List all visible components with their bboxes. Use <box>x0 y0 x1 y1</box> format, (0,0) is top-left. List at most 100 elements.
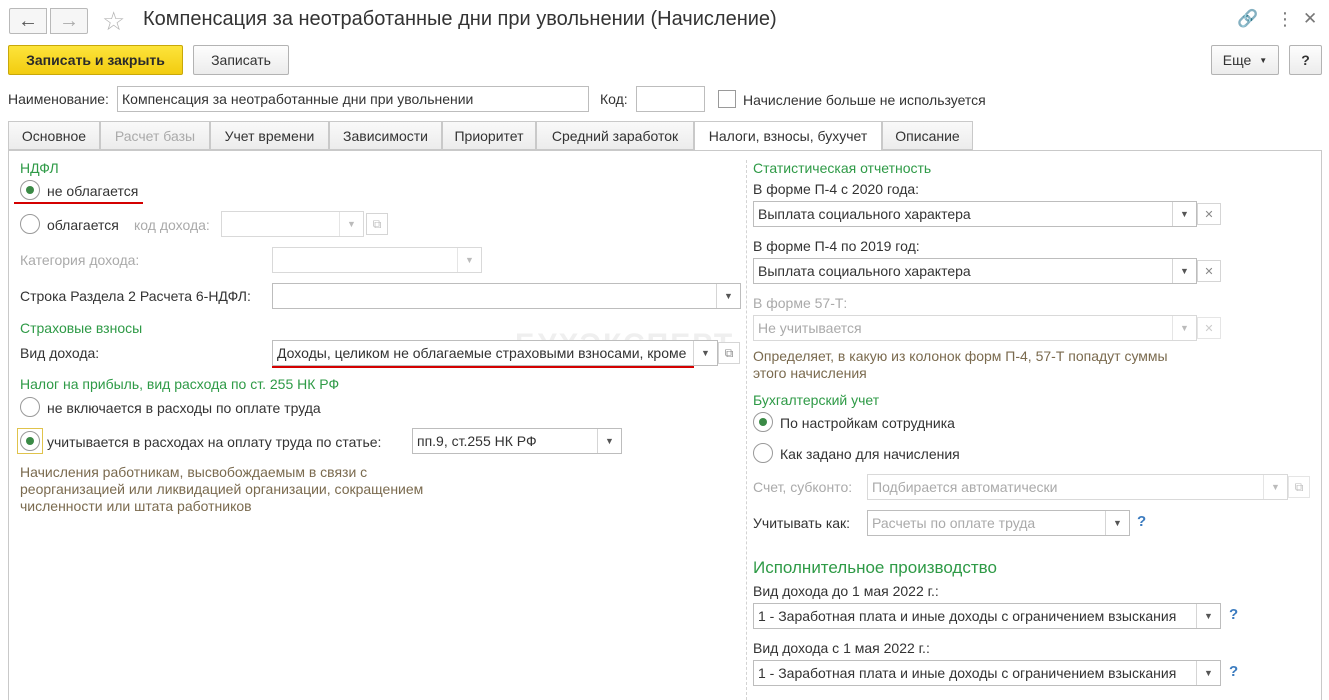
ndfl-taxed-radio[interactable] <box>20 214 40 234</box>
p4-2019-select[interactable]: Выплата социального характера ▼ <box>753 258 1197 284</box>
account-select[interactable]: Подбирается автоматически ▼ <box>867 474 1288 500</box>
account-value: Подбирается автоматически <box>872 479 1058 495</box>
chevron-down-icon: ▼ <box>1105 511 1129 535</box>
inc-before-label: Вид дохода до 1 мая 2022 г.: <box>753 583 939 599</box>
tab-average-earnings[interactable]: Средний заработок <box>536 121 694 150</box>
p4-2020-select[interactable]: Выплата социального характера ▼ <box>753 201 1197 227</box>
highlight-underline <box>14 202 143 204</box>
p4-2020-label: В форме П-4 с 2020 года: <box>753 181 920 197</box>
code-label: Код: <box>600 91 628 107</box>
chevron-down-icon: ▼ <box>339 212 363 236</box>
p4-2020-value: Выплата социального характера <box>758 206 971 222</box>
open-form-icon[interactable]: ⧉ <box>718 342 740 364</box>
tab-base-calc[interactable]: Расчет базы <box>100 121 210 150</box>
acc-as-set-radio[interactable] <box>753 443 773 463</box>
chevron-down-icon: ▼ <box>457 248 481 272</box>
income-type-label: Вид дохода: <box>20 345 100 361</box>
ndfl-taxed-label: облагается <box>47 217 119 233</box>
tab-dependencies[interactable]: Зависимости <box>329 121 442 150</box>
chevron-down-icon: ▼ <box>1259 55 1268 65</box>
chevron-down-icon: ▼ <box>1196 604 1220 628</box>
tab-priority[interactable]: Приоритет <box>442 121 536 150</box>
income-type-value: Доходы, целиком не облагаемые страховыми… <box>277 345 687 361</box>
open-form-icon[interactable]: ⧉ <box>1288 476 1310 498</box>
profit-included-radio[interactable] <box>20 431 40 451</box>
inc-after-label: Вид дохода с 1 мая 2022 г.: <box>753 640 930 656</box>
account-as-label: Учитывать как: <box>753 515 851 531</box>
help-icon[interactable]: ? <box>1137 513 1146 530</box>
profit-included-label: учитывается в расходах на оплату труда п… <box>47 434 382 450</box>
ndfl-not-taxed-label: не облагается <box>47 183 139 199</box>
f57-value: Не учитывается <box>758 320 862 336</box>
enforcement-section-title: Исполнительное производство <box>753 558 997 577</box>
inc-after-value: 1 - Заработная плата и иные доходы с огр… <box>758 665 1177 681</box>
tab-main[interactable]: Основное <box>8 121 100 150</box>
p4-2019-value: Выплата социального характера <box>758 263 971 279</box>
chevron-down-icon: ▼ <box>1172 316 1196 340</box>
close-icon[interactable]: ✕ <box>1303 9 1317 29</box>
profit-not-included-radio[interactable] <box>20 397 40 417</box>
inc-before-value: 1 - Заработная плата и иные доходы с огр… <box>758 608 1177 624</box>
profit-article-select[interactable]: пп.9, ст.255 НК РФ ▼ <box>412 428 622 454</box>
open-form-icon[interactable]: ⧉ <box>366 213 388 235</box>
clear-icon[interactable]: ✕ <box>1197 203 1221 225</box>
name-label: Наименование: <box>8 91 109 107</box>
back-button[interactable]: ← <box>9 8 47 34</box>
link-icon[interactable]: 🔗 <box>1237 9 1258 29</box>
acc-by-employee-radio[interactable] <box>753 412 773 432</box>
name-input[interactable]: Компенсация за неотработанные дни при ув… <box>117 86 589 112</box>
arrow-left-icon: ← <box>18 10 38 32</box>
clear-icon[interactable]: ✕ <box>1197 317 1221 339</box>
profit-not-included-label: не включается в расходы по оплате труда <box>47 400 321 416</box>
account-label: Счет, субконто: <box>753 479 853 495</box>
account-as-select[interactable]: Расчеты по оплате труда ▼ <box>867 510 1130 536</box>
chevron-down-icon: ▼ <box>716 284 740 308</box>
arrow-right-icon: → <box>59 10 79 32</box>
f57-select[interactable]: Не учитывается ▼ <box>753 315 1197 341</box>
clear-icon[interactable]: ✕ <box>1197 260 1221 282</box>
highlight-underline <box>272 366 694 368</box>
tab-description[interactable]: Описание <box>882 121 973 150</box>
income-type-select[interactable]: Доходы, целиком не облагаемые страховыми… <box>272 340 718 366</box>
income-code-label: код дохода: <box>134 217 210 233</box>
inc-before-select[interactable]: 1 - Заработная плата и иные доходы с огр… <box>753 603 1221 629</box>
window-title: Компенсация за неотработанные дни при ув… <box>143 8 777 30</box>
inc-after-select[interactable]: 1 - Заработная плата и иные доходы с огр… <box>753 660 1221 686</box>
more-menu-button[interactable]: Еще ▼ <box>1211 45 1279 75</box>
help-icon[interactable]: ? <box>1229 663 1238 680</box>
help-icon[interactable]: ? <box>1229 606 1238 623</box>
help-button[interactable]: ? <box>1289 45 1322 75</box>
tab-time-accounting[interactable]: Учет времени <box>210 121 329 150</box>
acc-by-employee-label: По настройкам сотрудника <box>780 415 955 431</box>
code-input[interactable] <box>636 86 705 112</box>
save-button[interactable]: Записать <box>193 45 289 75</box>
income-code-select[interactable]: ▼ <box>221 211 364 237</box>
chevron-down-icon: ▼ <box>1172 202 1196 226</box>
not-used-label: Начисление больше не используется <box>743 92 986 108</box>
chevron-down-icon: ▼ <box>693 341 717 365</box>
chevron-down-icon: ▼ <box>1263 475 1287 499</box>
forward-button[interactable]: → <box>50 8 88 34</box>
p4-2019-label: В форме П-4 по 2019 год: <box>753 238 920 254</box>
ndfl-section-title: НДФЛ <box>20 160 59 176</box>
section2-select[interactable]: ▼ <box>272 283 741 309</box>
profit-hint: Начисления работникам, высвобождаемым в … <box>20 464 424 514</box>
favorite-star-icon[interactable]: ☆ <box>102 6 125 37</box>
column-divider <box>746 160 747 700</box>
not-used-checkbox[interactable] <box>718 90 736 108</box>
profit-article-value: пп.9, ст.255 НК РФ <box>417 433 537 449</box>
tab-taxes[interactable]: Налоги, взносы, бухучет <box>694 121 882 151</box>
income-category-select[interactable]: ▼ <box>272 247 482 273</box>
insurance-section-title: Страховые взносы <box>20 320 143 336</box>
more-vertical-icon[interactable]: ⋮ <box>1276 9 1294 30</box>
stats-section-title: Статистическая отчетность <box>753 160 932 176</box>
accounting-section-title: Бухгалтерский учет <box>753 392 880 408</box>
f57-label: В форме 57-Т: <box>753 295 848 311</box>
section2-label: Строка Раздела 2 Расчета 6-НДФЛ: <box>20 288 251 304</box>
stats-hint: Определяет, в какую из колонок форм П-4,… <box>753 348 1168 381</box>
save-and-close-button[interactable]: Записать и закрыть <box>8 45 183 75</box>
ndfl-not-taxed-radio[interactable] <box>20 180 40 200</box>
acc-as-set-label: Как задано для начисления <box>780 446 960 462</box>
profit-tax-section-title: Налог на прибыль, вид расхода по ст. 255… <box>20 376 340 392</box>
more-label: Еще <box>1222 52 1252 68</box>
